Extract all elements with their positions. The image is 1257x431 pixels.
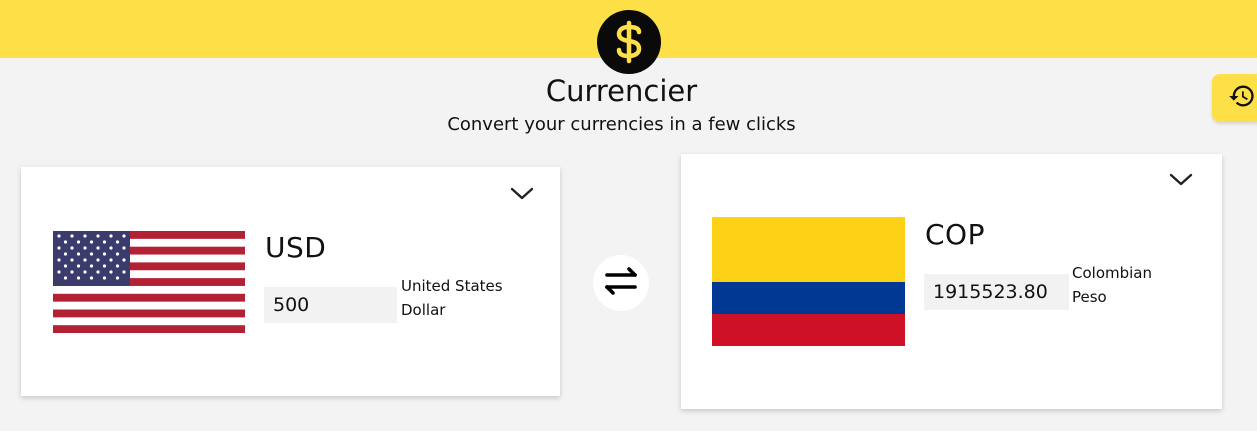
swap-arrows-icon xyxy=(601,265,641,301)
to-currency-name-line2: Peso xyxy=(1072,288,1107,306)
to-currency-code: COP xyxy=(925,218,985,251)
to-amount-input[interactable] xyxy=(924,274,1069,310)
chevron-down-icon[interactable] xyxy=(509,184,535,202)
colombia-flag-icon xyxy=(712,217,905,350)
from-currency-name-line1: United States xyxy=(401,277,503,295)
history-icon xyxy=(1228,82,1256,114)
us-flag-icon xyxy=(53,231,245,337)
app-title: Currencier xyxy=(545,74,698,108)
to-currency-name: Colombian Peso xyxy=(1072,261,1202,309)
from-amount-input[interactable] xyxy=(264,287,397,323)
chevron-down-icon[interactable] xyxy=(1168,170,1194,188)
from-currency-card: USD United States Dollar xyxy=(21,167,560,396)
to-currency-name-line1: Colombian xyxy=(1072,264,1152,282)
history-button[interactable] xyxy=(1212,74,1257,122)
from-currency-name-line2: Dollar xyxy=(401,301,446,319)
from-currency-name: United States Dollar xyxy=(401,274,531,322)
swap-button[interactable] xyxy=(593,255,649,311)
dollar-sign-icon xyxy=(597,10,661,74)
from-currency-code: USD xyxy=(265,231,327,264)
app-subtitle: Convert your currencies in a few clicks xyxy=(447,114,796,135)
to-currency-card: COP Colombian Peso xyxy=(681,154,1222,409)
